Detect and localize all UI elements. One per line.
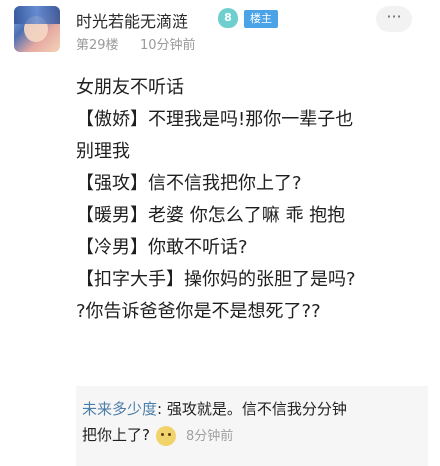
floor-number: 第29楼: [76, 38, 119, 53]
level-badge: 8: [218, 8, 238, 28]
reply-separator: :: [157, 400, 163, 418]
reply-text-line1: 强攻就是。信不信我分分钟: [166, 400, 347, 418]
owner-tag: 楼主: [244, 10, 278, 28]
username[interactable]: 时光若能无滴涟: [76, 8, 188, 32]
reply-text: 未来多少度: 强攻就是。信不信我分分钟 把你上了? 8分钟前: [76, 396, 428, 450]
content-line: 别理我: [76, 141, 130, 162]
content-line: 【暖男】老婆 你怎么了嘛 乖 抱抱: [76, 205, 346, 226]
reply-text-line2: 把你上了?: [82, 426, 150, 444]
post-content: 女朋友不听话 【傲娇】不理我是吗!那你一辈子也 别理我 【强攻】信不信我把你上了…: [76, 72, 426, 328]
content-line: 【强攻】信不信我把你上了?: [76, 173, 302, 194]
reply-username[interactable]: 未来多少度: [82, 400, 157, 418]
content-line: 【傲娇】不理我是吗!那你一辈子也: [76, 109, 354, 130]
reply-line-1: 未来多少度: 强攻就是。信不信我分分钟: [82, 396, 428, 422]
reply-line-2: 把你上了? 8分钟前: [82, 422, 428, 450]
user-avatar[interactable]: [14, 6, 60, 52]
more-options-button[interactable]: ···: [376, 6, 412, 32]
content-line: 【冷男】你敢不听话?: [76, 237, 248, 258]
content-line: ?你告诉爸爸你是不是想死了??: [76, 301, 321, 322]
reply-box[interactable]: 未来多少度: 强攻就是。信不信我分分钟 把你上了? 8分钟前: [76, 386, 428, 466]
smiley-emoji-icon: [155, 425, 176, 446]
post-time: 10分钟前: [140, 38, 196, 53]
content-line: 【扣字大手】操你妈的张胆了是吗?: [76, 269, 356, 290]
post-header: 时光若能无滴涟 8 楼主 第29楼 10分钟前 ···: [0, 0, 440, 64]
reply-time: 8分钟前: [185, 429, 234, 444]
content-line: 女朋友不听话: [76, 77, 184, 98]
